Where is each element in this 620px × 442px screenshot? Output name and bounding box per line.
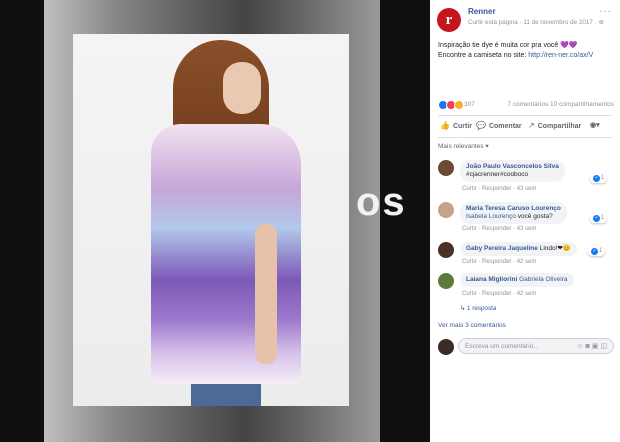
comment-input-icons: ☺◙▣◫ (576, 339, 609, 355)
comment-author[interactable]: João Paulo Vasconcelos Silva (466, 163, 559, 170)
comment-reply-link[interactable]: Responder (482, 259, 511, 265)
react-as-selector[interactable]: ◉▾ (590, 121, 600, 129)
photo-theater: os (0, 0, 430, 442)
comment-likes-value: 1 (601, 215, 605, 221)
comment-text: Lindo!❤😊 (539, 245, 571, 252)
divider (438, 137, 612, 138)
like-page-link[interactable]: Curtir esta página (468, 19, 518, 26)
like-button[interactable]: 👍 Curtir (440, 121, 472, 130)
model-face (223, 62, 261, 114)
write-comment: Escreva um comentário... ☺◙▣◫ (438, 338, 614, 356)
sticker-icon[interactable]: ◫ (600, 343, 609, 350)
page-mini-icon: ◉ (590, 122, 597, 129)
comment-like-count[interactable]: ✓ 1 (588, 247, 606, 256)
reaction-icons[interactable] (438, 100, 464, 110)
comment-reply-link[interactable]: Responder (482, 186, 511, 192)
message-line-1: Inspiração tie dye é muita cor pra você (438, 42, 559, 49)
comment-label: Comentar (488, 123, 522, 130)
background-text: os (356, 180, 407, 224)
comment-footer: Curtir · Responder · 43 sem (462, 186, 537, 192)
comment-author[interactable]: Laiana Migliorini (466, 276, 517, 283)
commenter-avatar[interactable] (438, 202, 454, 218)
more-options-icon[interactable]: ··· (599, 6, 612, 17)
message-link[interactable]: http://ren-ner.co/ax/V (528, 52, 593, 59)
reply-arrow-icon: ↳ (460, 305, 466, 312)
comment-text: #cjacrenner#cooboco (466, 171, 529, 178)
comment-like-link[interactable]: Curtir (462, 291, 477, 297)
sort-dropdown[interactable]: Mais relevantes ▾ (438, 142, 489, 150)
comment-button[interactable]: 💬 Comentar (476, 121, 522, 130)
thumb-up-icon: ✓ (593, 215, 600, 222)
tie-dye-shirt (151, 124, 301, 384)
commenter-avatar[interactable] (438, 273, 454, 289)
comment-time[interactable]: 42 sem (517, 291, 537, 297)
comment-likes-value: 1 (599, 248, 603, 254)
comment-input[interactable]: Escreva um comentário... ☺◙▣◫ (458, 338, 614, 354)
reaction-count[interactable]: 307 (464, 101, 475, 108)
comment-bubble: João Paulo Vasconcelos Silva #cjacrenner… (460, 160, 565, 182)
thumb-up-icon: ✓ (591, 248, 598, 255)
comment-icon: 💬 (476, 121, 486, 130)
comment-like-count[interactable]: ✓ 1 (590, 174, 608, 183)
share-label: Compartilhar (537, 123, 582, 130)
post-message: Inspiração tie dye é muita cor pra você … (438, 41, 616, 61)
comment-time[interactable]: 42 sem (517, 259, 537, 265)
post-panel: r Renner Curtir esta página · 11 de nove… (430, 0, 620, 442)
comment-likes-value: 1 (601, 175, 605, 181)
comment-reply-link[interactable]: Responder (482, 291, 511, 297)
model-jeans (191, 384, 261, 406)
comment-count[interactable]: 7 comentários (507, 101, 548, 108)
post-header: r Renner Curtir esta página · 11 de nove… (430, 0, 620, 38)
commenter-avatar[interactable] (438, 160, 454, 176)
comment-time[interactable]: 43 sem (517, 186, 537, 192)
comment-footer: Curtir · Responder · 42 sem (462, 259, 537, 265)
comment-bubble: Laiana Migliorini Gabriela Oliveira (460, 273, 574, 287)
comment-author[interactable]: Gaby Pereira Jaqueline (466, 245, 538, 252)
model-arm (255, 224, 277, 364)
comments-shares: 7 comentários 10 compartilhamentos (507, 101, 614, 108)
comment-time[interactable]: 43 sem (517, 226, 537, 232)
wow-reaction-icon (454, 100, 464, 110)
thumb-up-icon: 👍 (440, 121, 450, 130)
message-line-2: Encontre a camiseta no site: (438, 52, 527, 59)
divider (438, 115, 612, 116)
comment-footer: Curtir · Responder · 43 sem (462, 226, 537, 232)
share-count[interactable]: 10 compartilhamentos (550, 101, 614, 108)
share-icon: ↗ (528, 121, 535, 130)
page-name[interactable]: Renner (468, 7, 496, 16)
comment-like-count[interactable]: ✓ 1 (590, 214, 608, 223)
share-button[interactable]: ↗ Compartilhar (528, 121, 581, 130)
current-user-avatar (438, 339, 454, 355)
comment-mention[interactable]: Isabela Lourenço (466, 213, 516, 220)
post-meta: Curtir esta página · 11 de novembro de 2… (468, 19, 604, 26)
comment-like-link[interactable]: Curtir (462, 259, 477, 265)
thumb-up-icon: ✓ (593, 175, 600, 182)
comment-bubble: Gaby Pereira Jaqueline Lindo!❤😊 (460, 242, 577, 256)
comment-footer: Curtir · Responder · 42 sem (462, 291, 537, 297)
post-photo[interactable] (73, 34, 349, 406)
comment-text: você gosta? (517, 213, 553, 220)
comment-like-link[interactable]: Curtir (462, 186, 477, 192)
comment-bubble: Maria Teresa Caruso Lourenço Isabela Lou… (460, 202, 567, 224)
post-stats: 307 7 comentários 10 compartilhamentos (438, 100, 614, 110)
purple-hearts: 💜💜 (560, 42, 578, 49)
globe-icon: ⊕ (598, 19, 604, 26)
emoji-icon[interactable]: ☺ (576, 343, 585, 350)
comment-author[interactable]: Maria Teresa Caruso Lourenço (466, 205, 561, 212)
comment-placeholder: Escreva um comentário... (465, 343, 539, 350)
commenter-avatar[interactable] (438, 242, 454, 258)
view-replies-link[interactable]: ↳ 1 resposta (460, 305, 496, 312)
view-more-comments[interactable]: Ver mais 3 comentários (438, 322, 506, 329)
replies-label: 1 resposta (467, 305, 497, 312)
post-date[interactable]: 11 de novembro de 2017 (523, 19, 593, 26)
comment-mention[interactable]: Gabriela Oliveira (519, 276, 567, 283)
comment-like-link[interactable]: Curtir (462, 226, 477, 232)
comment-reply-link[interactable]: Responder (482, 226, 511, 232)
page-avatar[interactable]: r (437, 8, 461, 32)
like-label: Curtir (452, 123, 473, 130)
action-bar: 👍 Curtir 💬 Comentar ↗ Compartilhar ◉▾ (438, 120, 614, 134)
